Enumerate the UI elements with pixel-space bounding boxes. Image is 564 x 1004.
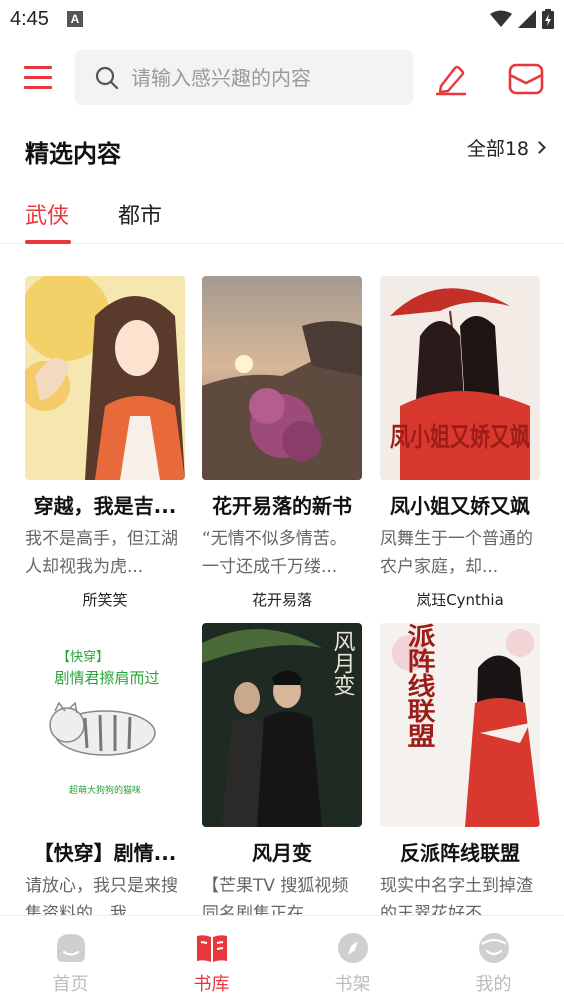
book-cover: [202, 276, 362, 480]
book-card[interactable]: 穿越，我是吉... 我不是高手，但江湖人却视我为虎... 所笑笑: [25, 276, 185, 610]
status-bar: 4:45 A: [0, 0, 564, 38]
signal-icon: [518, 10, 536, 28]
bookshelf-icon: [337, 933, 368, 963]
home-icon: [56, 934, 85, 962]
book-title: 花开易落的新书: [212, 494, 352, 518]
menu-bar: [24, 76, 52, 79]
nav-item-bookshelf[interactable]: 书架: [282, 916, 423, 1004]
book-card[interactable]: 花开易落的新书 “无情不似多情苦。一寸还成千万缕... 花开易落: [202, 276, 362, 610]
book-card[interactable]: 反派阵线联盟 反派阵线联盟 现实中名字土到掉渣的王翠花好不...: [380, 623, 540, 936]
tab-dushi[interactable]: 都市: [118, 198, 162, 230]
cover-bottom-text: 超萌大狗狗的猫咪: [69, 784, 141, 796]
chevron-right-icon: [533, 141, 546, 154]
book-card[interactable]: 【快穿】 剧情君擦肩而过 超萌大狗狗的猫咪 【快穿】剧情... 请放心，我只是来…: [25, 623, 185, 936]
write-button[interactable]: [433, 62, 469, 96]
section-title: 精选内容: [25, 140, 121, 168]
tab-wuxia[interactable]: 武侠: [25, 198, 69, 230]
nav-item-library[interactable]: 书库: [141, 916, 282, 1004]
book-author: 花开易落: [251, 591, 312, 609]
view-all-label: 全部18: [466, 138, 529, 160]
pencil-icon: [436, 65, 466, 96]
book-title: 穿越，我是吉...: [33, 494, 177, 518]
nav-label: 书架: [334, 974, 371, 995]
notification-icon: A: [66, 11, 83, 27]
cover-line-text: 剧情君擦肩而过: [54, 669, 159, 687]
nav-item-home[interactable]: 首页: [0, 916, 141, 1004]
nav-label: 书库: [193, 974, 230, 995]
cover-title-text: 凤小姐又娇又飒: [390, 423, 530, 453]
book-description: 凤舞生于一个普通的农户家庭，却...: [380, 529, 533, 577]
book-cover: 凤小姐又娇又飒: [380, 276, 540, 480]
cover-title-text: 风月变: [330, 630, 356, 696]
menu-bar: [24, 86, 52, 89]
library-icon: [196, 935, 227, 962]
book-card[interactable]: 风月变 风月变 【芒果TV 搜狐视频 同名剧集正在...: [202, 623, 362, 936]
wifi-icon: [490, 10, 512, 27]
book-title: 凤小姐又娇又飒: [390, 494, 530, 518]
status-time: 4:45: [10, 7, 49, 30]
book-author: 所笑笑: [82, 591, 128, 609]
book-description: “无情不似多情苦。一寸还成千万缕...: [202, 529, 347, 577]
view-all-link[interactable]: 全部18: [466, 134, 546, 161]
category-tabs: 武侠 都市: [0, 192, 564, 244]
book-author: 岚珏Cynthia: [416, 591, 504, 609]
profile-icon: [478, 933, 509, 963]
nav-label: 我的: [475, 974, 512, 995]
book-title: 【快穿】剧情...: [33, 841, 177, 865]
menu-button[interactable]: [24, 66, 52, 92]
cover-title-text: 反派阵线联盟: [404, 623, 437, 748]
header: [0, 50, 564, 108]
book-card[interactable]: 凤小姐又娇又飒 凤小姐又娇又飒 凤舞生于一个普通的农户家庭，却... 岚珏Cyn…: [380, 276, 540, 610]
message-button[interactable]: [508, 63, 544, 95]
nav-label: 首页: [52, 974, 89, 995]
book-cover: 【快穿】 剧情君擦肩而过 超萌大狗狗的猫咪: [25, 623, 185, 827]
search-box[interactable]: [75, 50, 413, 105]
menu-bar: [24, 66, 52, 69]
battery-icon: [542, 9, 554, 29]
book-cover: [25, 276, 185, 480]
book-cover: 风月变: [202, 623, 362, 827]
book-description: 我不是高手，但江湖人却视我为虎...: [25, 529, 178, 577]
search-input[interactable]: [131, 65, 391, 90]
book-title: 风月变: [252, 841, 312, 865]
nav-item-profile[interactable]: 我的: [423, 916, 564, 1004]
book-title: 反派阵线联盟: [400, 841, 520, 865]
active-tab-indicator: [25, 240, 71, 244]
bottom-nav: 首页 书库 书架 我的: [0, 915, 564, 1004]
cover-tag-text: 【快穿】: [57, 649, 109, 665]
search-icon: [95, 66, 119, 89]
mail-icon: [508, 63, 544, 95]
status-icons: [490, 9, 554, 29]
book-cover: 反派阵线联盟: [380, 623, 540, 827]
